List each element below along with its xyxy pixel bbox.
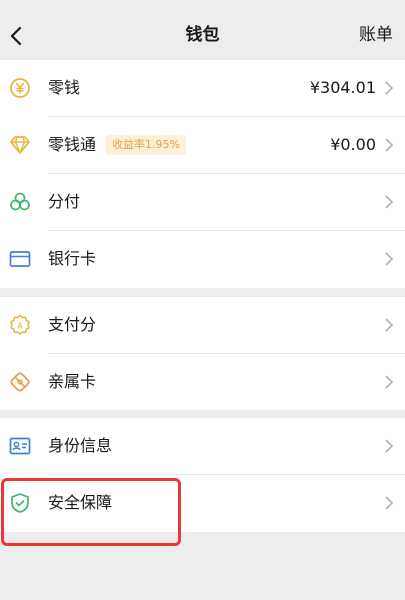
change-balance: ¥304.01 [309, 78, 376, 97]
card-icon [9, 248, 31, 270]
row-change[interactable]: 零钱 ¥304.01 [0, 60, 405, 117]
chevron-right-icon [385, 138, 395, 152]
chevron-right-icon [385, 318, 395, 332]
chevron-right-icon [385, 496, 395, 510]
row-pay-score-label: 支付分 [48, 315, 97, 334]
row-family-card[interactable]: 亲属卡 [0, 354, 405, 411]
row-identity-label: 身份信息 [48, 436, 113, 455]
row-fenfu-label: 分付 [48, 192, 81, 211]
row-change-plus-label: 零钱通 [48, 135, 97, 154]
row-fenfu[interactable]: 分付 [0, 174, 405, 231]
row-security-label: 安全保障 [48, 493, 113, 512]
id-card-icon [9, 435, 31, 457]
badge-icon: A [9, 314, 31, 336]
family-card-icon [9, 371, 31, 393]
row-pay-score[interactable]: A 支付分 [0, 297, 405, 354]
row-bank-card[interactable]: 银行卡 [0, 231, 405, 288]
yield-rate-badge: 收益率1.95% [106, 135, 186, 155]
wallet-group-1: 零钱 ¥304.01 零钱通 收益率1.95% ¥0.00 分付 银行卡 [0, 60, 405, 288]
chevron-right-icon [385, 81, 395, 95]
clover-icon [9, 191, 31, 213]
chevron-right-icon [385, 195, 395, 209]
row-identity[interactable]: 身份信息 [0, 418, 405, 475]
row-security[interactable]: 安全保障 [0, 475, 405, 532]
row-change-plus[interactable]: 零钱通 收益率1.95% ¥0.00 [0, 117, 405, 174]
row-bank-card-label: 银行卡 [48, 249, 97, 268]
wallet-group-2: A 支付分 亲属卡 [0, 297, 405, 410]
diamond-icon [9, 134, 31, 156]
page-title: 钱包 [185, 25, 220, 45]
svg-text:A: A [17, 322, 23, 331]
yen-coin-icon [9, 77, 31, 99]
chevron-right-icon [385, 439, 395, 453]
chevron-right-icon [385, 375, 395, 389]
chevron-right-icon [385, 252, 395, 266]
row-change-label: 零钱 [48, 78, 81, 97]
bill-button[interactable]: 账单 [359, 23, 393, 47]
shield-icon [9, 492, 31, 514]
change-plus-balance: ¥0.00 [330, 135, 376, 154]
row-family-card-label: 亲属卡 [48, 372, 97, 391]
wallet-group-3: 身份信息 安全保障 [0, 418, 405, 532]
